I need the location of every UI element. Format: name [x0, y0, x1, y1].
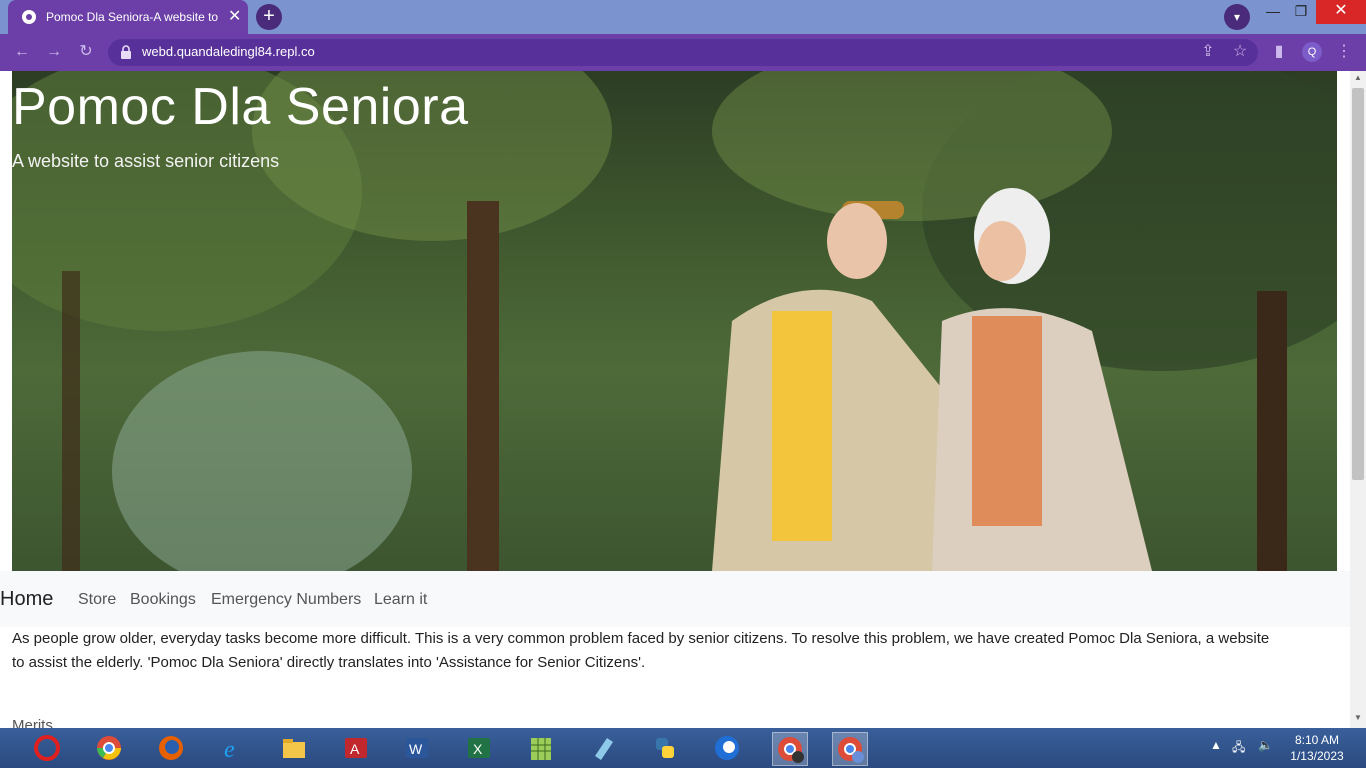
side-panel-icon[interactable]: ▮	[1269, 42, 1289, 62]
new-tab-button[interactable]: +	[256, 4, 282, 30]
bookmark-star-icon[interactable]: ☆	[1230, 42, 1250, 62]
back-arrow-icon[interactable]: ←	[12, 42, 32, 62]
file-explorer-icon[interactable]	[277, 732, 311, 764]
nav-home-link[interactable]: Home	[0, 588, 53, 611]
svg-text:e: e	[224, 737, 235, 762]
address-url: webd.quandaledingl84.repl.co	[142, 44, 315, 59]
intro-line-1: As people grow older, everyday tasks bec…	[12, 630, 1270, 647]
lock-icon	[121, 45, 131, 59]
svg-text:X: X	[473, 741, 483, 757]
access-icon[interactable]: A	[339, 732, 373, 764]
chrome-active-window-icon[interactable]	[832, 732, 868, 766]
chrome-icon[interactable]	[92, 732, 126, 764]
tab-close-icon[interactable]: ✕	[228, 9, 241, 25]
intro-line-2: to assist the elderly. 'Pomoc Dla Senior…	[12, 654, 646, 671]
hero-photo-seniors	[12, 71, 1337, 571]
taskbar-clock[interactable]: 8:10 AM 1/13/2023	[1282, 732, 1352, 764]
internet-explorer-icon[interactable]: e	[216, 732, 250, 764]
opera-icon[interactable]	[30, 732, 64, 764]
site-favicon-icon	[22, 10, 36, 24]
tab-title: Pomoc Dla Seniora-A website to	[46, 10, 218, 24]
word-icon[interactable]: W	[400, 732, 434, 764]
python-icon[interactable]	[648, 732, 682, 764]
spreadsheet-icon[interactable]	[524, 732, 558, 764]
nav-emergency-numbers-link[interactable]: Emergency Numbers	[211, 591, 361, 609]
windows-taskbar: e A W X ▲ 🖧 🔈 8:10 AM 1/13/2023	[0, 728, 1366, 768]
intro-paragraph: As people grow older, everyday tasks bec…	[12, 627, 1337, 675]
thunderbird-icon[interactable]	[710, 732, 744, 764]
hero-title: Pomoc Dla Seniora	[12, 78, 469, 136]
scrollbar-thumb[interactable]	[1352, 88, 1364, 480]
nav-learn-it-link[interactable]: Learn it	[374, 591, 427, 609]
clock-time: 8:10 AM	[1294, 733, 1340, 747]
window-restore-button[interactable]: ❐	[1290, 0, 1312, 24]
scroll-down-icon[interactable]: ▼	[1350, 713, 1366, 727]
page-scrollbar[interactable]: ▲ ▼	[1350, 71, 1366, 728]
network-icon[interactable]: 🖧	[1232, 738, 1245, 759]
excel-icon[interactable]: X	[462, 732, 496, 764]
hero-banner: Pomoc Dla Seniora A website to assist se…	[12, 71, 1337, 571]
window-close-button[interactable]: ✕	[1316, 0, 1366, 24]
nav-bookings-link[interactable]: Bookings	[130, 591, 196, 609]
hero-subtitle: A website to assist senior citizens	[12, 151, 280, 171]
svg-text:W: W	[409, 741, 423, 757]
browser-tab-active[interactable]: Pomoc Dla Seniora-A website to ✕	[8, 0, 248, 34]
forward-arrow-icon[interactable]: →	[44, 42, 64, 62]
share-icon[interactable]: ⇪	[1198, 42, 1218, 62]
volume-icon[interactable]: 🔈	[1258, 738, 1273, 752]
nav-store-link[interactable]: Store	[78, 591, 116, 609]
notepad-icon[interactable]	[586, 732, 620, 764]
svg-text:A: A	[350, 741, 360, 757]
chrome-profile-window-icon[interactable]	[772, 732, 808, 766]
tab-search-button[interactable]: ▾	[1224, 4, 1250, 30]
menu-kebab-icon[interactable]: ⋮	[1334, 42, 1354, 62]
scroll-up-icon[interactable]: ▲	[1350, 73, 1366, 87]
site-navbar: Home Store Bookings Emergency Numbers Le…	[0, 571, 1350, 627]
clock-date: 1/13/2023	[1290, 749, 1344, 763]
browser-toolbar: ← → ↻ webd.quandaledingl84.repl.co ⇪ ☆ ▮…	[0, 34, 1366, 71]
window-minimize-button[interactable]: —	[1262, 0, 1284, 24]
merits-heading: Merits	[12, 717, 53, 728]
tray-expand-icon[interactable]: ▲	[1210, 738, 1222, 752]
page-viewport: Pomoc Dla Seniora A website to assist se…	[0, 71, 1350, 728]
address-bar[interactable]: webd.quandaledingl84.repl.co	[108, 39, 1258, 66]
tab-strip: Pomoc Dla Seniora-A website to ✕ + ▾ — ❐…	[0, 0, 1366, 34]
reload-icon[interactable]: ↻	[76, 42, 96, 62]
firefox-icon[interactable]	[154, 732, 188, 764]
profile-avatar[interactable]: Q	[1302, 42, 1322, 62]
